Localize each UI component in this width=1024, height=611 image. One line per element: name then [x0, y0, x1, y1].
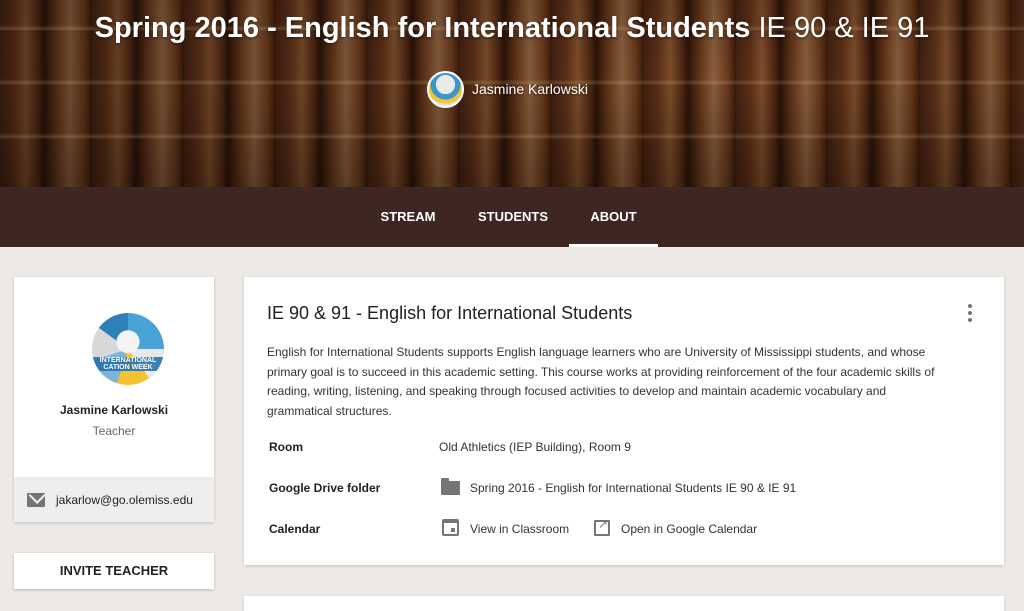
next-card — [244, 596, 1004, 611]
drive-label: Google Drive folder — [269, 481, 381, 495]
invite-teacher-button[interactable]: INVITE TEACHER — [14, 553, 214, 589]
tab-stream[interactable]: STREAM — [368, 187, 448, 247]
teacher-avatar-text: INTERNATIONAL CATION WEEK — [92, 357, 164, 371]
tab-students[interactable]: STUDENTS — [468, 187, 558, 247]
class-title-main: Spring 2016 - English for International … — [94, 12, 751, 44]
owner-avatar — [427, 70, 464, 108]
more-vert-icon[interactable] — [962, 303, 978, 323]
tab-about[interactable]: ABOUT — [569, 187, 658, 247]
teacher-avatar: INTERNATIONAL CATION WEEK — [92, 313, 164, 385]
calendar-icon — [442, 519, 459, 536]
mail-icon — [27, 492, 45, 507]
teacher-card: INTERNATIONAL CATION WEEK Jasmine Karlow… — [14, 277, 214, 522]
class-title: Spring 2016 - English for International … — [0, 10, 1024, 46]
class-title-codes: IE 90 & IE 91 — [758, 12, 930, 44]
teacher-email[interactable]: jakarlow@go.olemiss.edu — [56, 493, 193, 507]
class-banner: Spring 2016 - English for International … — [0, 0, 1024, 187]
view-in-classroom-link[interactable]: View in Classroom — [470, 522, 569, 536]
class-owner: Jasmine Karlowski — [427, 70, 588, 108]
calendar-label: Calendar — [269, 522, 321, 536]
teacher-role: Teacher — [92, 424, 136, 438]
drive-folder-link[interactable]: Spring 2016 - English for International … — [470, 481, 796, 495]
open-in-new-icon — [594, 517, 610, 536]
room-value: Old Athletics (IEP Building), Room 9 — [439, 440, 631, 454]
about-description: English for International Students suppo… — [267, 345, 935, 418]
about-title: IE 90 & 91 - English for International S… — [267, 303, 633, 323]
folder-icon — [441, 478, 460, 495]
open-google-calendar-link[interactable]: Open in Google Calendar — [621, 522, 757, 536]
about-card: IE 90 & 91 - English for International S… — [244, 277, 1004, 565]
teacher-email-row[interactable]: jakarlow@go.olemiss.edu — [14, 477, 214, 522]
class-nav: STREAM STUDENTS ABOUT — [0, 187, 1024, 247]
teacher-name: Jasmine Karlowski — [59, 403, 169, 417]
owner-name: Jasmine Karlowski — [472, 81, 588, 97]
room-label: Room — [269, 440, 303, 454]
